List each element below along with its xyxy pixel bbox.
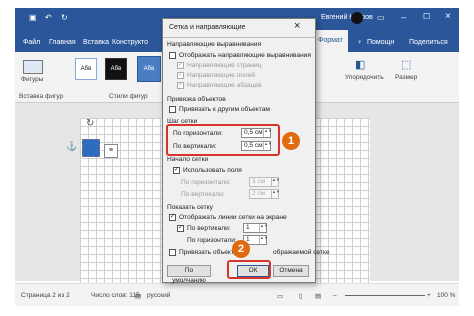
origin-horizontal-label: По горизонтали: — [181, 179, 231, 186]
show-vertical-checkbox[interactable]: ✓ — [177, 225, 184, 232]
origin-vertical-value: 2 см — [252, 190, 266, 197]
shapes-icon[interactable] — [23, 60, 43, 74]
spellcheck-icon[interactable]: ▤ — [135, 292, 141, 300]
redo-icon[interactable]: ↻ — [61, 13, 68, 22]
show-vertical-value: 1 — [246, 224, 250, 231]
status-bar: Страница 2 из 2 Число слов: 115 ▤ русски… — [15, 283, 459, 306]
print-layout-icon[interactable]: ▤ — [315, 292, 321, 300]
origin-vertical-label: По вертикали: — [181, 191, 225, 198]
show-alignment-label: Отображать направляющие выравнивания — [179, 52, 312, 59]
avatar[interactable] — [351, 12, 363, 24]
selected-shape[interactable] — [82, 139, 100, 157]
snap-grid-checkbox[interactable] — [169, 249, 176, 256]
show-vertical-label: По вертикали: — [187, 225, 231, 232]
spin-arrows-icon[interactable]: ▲▼ — [259, 224, 268, 232]
page-guides-checkbox[interactable]: ✓ — [177, 62, 184, 69]
maximize-icon[interactable]: ☐ — [423, 12, 430, 21]
grid-spacing-highlight — [166, 124, 280, 156]
origin-horizontal-value: 3 см — [252, 178, 266, 185]
undo-icon[interactable]: ↶ — [45, 13, 52, 22]
origin-vertical-input[interactable]: 2 см ▲▼ — [249, 189, 280, 199]
section-show-grid: Показать сетку — [167, 204, 213, 211]
style-sample-2[interactable]: Абв — [105, 58, 127, 80]
spin-arrows-icon[interactable]: ▲▼ — [259, 236, 268, 244]
origin-horizontal-input[interactable]: 3 см ▲▼ — [249, 177, 280, 187]
tab-design[interactable]: Конструкто — [112, 39, 148, 46]
use-margins-checkbox[interactable]: ✓ — [173, 167, 180, 174]
show-gridlines-checkbox[interactable]: ✓ — [169, 214, 176, 221]
rotate-handle-icon[interactable]: ↻ — [86, 118, 94, 129]
show-vertical-input[interactable]: 1 ▲▼ — [243, 223, 268, 233]
save-icon[interactable]: ▣ — [29, 13, 37, 22]
style-sample-1[interactable]: Абв — [75, 58, 97, 80]
arrange-icon: ◧ — [355, 59, 366, 71]
share-button[interactable]: Поделиться — [409, 39, 448, 46]
margin-guides-checkbox[interactable]: ✓ — [177, 72, 184, 79]
zoom-slider[interactable] — [345, 295, 425, 296]
close-icon[interactable]: × — [445, 11, 451, 22]
tab-insert[interactable]: Вставка — [83, 39, 109, 46]
shape-styles-group-label: Стили фигур — [109, 93, 148, 100]
show-gridlines-label: Отображать линии сетки на экране — [179, 214, 287, 221]
size-icon: ⬚ — [401, 59, 412, 71]
section-grid-origin: Начало сетки — [167, 156, 209, 163]
dialog-title: Сетка и направляющие — [169, 24, 246, 31]
section-alignment: Направляющие выравнивания — [167, 41, 262, 48]
layout-options-icon[interactable]: ≡ — [104, 144, 118, 158]
zoom-level[interactable]: 100 % — [437, 292, 455, 299]
arrange-button[interactable]: Упорядочить — [345, 74, 384, 81]
page-guides-label: Направляющие страниц — [187, 62, 262, 69]
anchor-icon: ⚓ — [66, 141, 78, 151]
callout-1: 1 — [282, 132, 300, 150]
paragraph-guides-checkbox[interactable]: ✓ — [177, 82, 184, 89]
snap-objects-checkbox[interactable] — [169, 106, 176, 113]
read-mode-icon[interactable]: ▯ — [299, 292, 303, 300]
lightbulb-icon: ♀ — [357, 39, 363, 46]
page-count[interactable]: Страница 2 из 2 — [21, 292, 70, 299]
spin-arrows-icon[interactable]: ▲▼ — [271, 190, 280, 198]
tab-file[interactable]: Файл — [23, 39, 40, 46]
zoom-in-icon[interactable]: + — [427, 292, 431, 299]
snap-grid-label-tail: ображаемой сетке — [273, 249, 330, 256]
ok-button-highlight — [227, 260, 271, 279]
spin-arrows-icon[interactable]: ▲▼ — [271, 178, 280, 186]
callout-2: 2 — [232, 240, 250, 258]
tab-home[interactable]: Главная — [49, 39, 76, 46]
language[interactable]: русский — [147, 292, 170, 299]
default-button[interactable]: По умолчанию — [167, 265, 211, 284]
style-sample-3[interactable]: Абв — [137, 56, 161, 82]
paragraph-guides-label: Направляющие абзацев — [187, 82, 262, 89]
minimize-icon[interactable]: – — [401, 12, 406, 22]
section-snap: Привязка объектов — [167, 96, 226, 103]
dialog-close-icon[interactable]: × — [294, 20, 300, 32]
show-alignment-checkbox[interactable] — [169, 52, 176, 59]
show-horizontal-label: По горизонтали: — [187, 237, 237, 244]
title-divider — [163, 37, 315, 38]
zoom-out-icon[interactable]: – — [333, 292, 337, 299]
size-button[interactable]: Размер — [395, 74, 417, 81]
cancel-button[interactable]: Отмена — [273, 265, 309, 277]
tab-help[interactable]: Помощн — [367, 39, 394, 46]
word-count[interactable]: Число слов: 115 — [91, 292, 140, 299]
use-margins-label: Использовать поля — [183, 167, 242, 174]
margin-guides-label: Направляющие полей — [187, 72, 255, 79]
snap-objects-label: Привязать к другим объектам — [179, 106, 270, 113]
user-name: Евгений Каиров — [321, 14, 373, 21]
focus-icon[interactable]: ▭ — [277, 292, 283, 300]
ribbon-display-icon[interactable]: ▭ — [377, 13, 385, 22]
insert-shapes-group-label: Вставка фигур — [19, 93, 64, 100]
tab-format[interactable]: Формат — [313, 30, 348, 52]
shapes-label: Фигуры — [21, 76, 44, 83]
